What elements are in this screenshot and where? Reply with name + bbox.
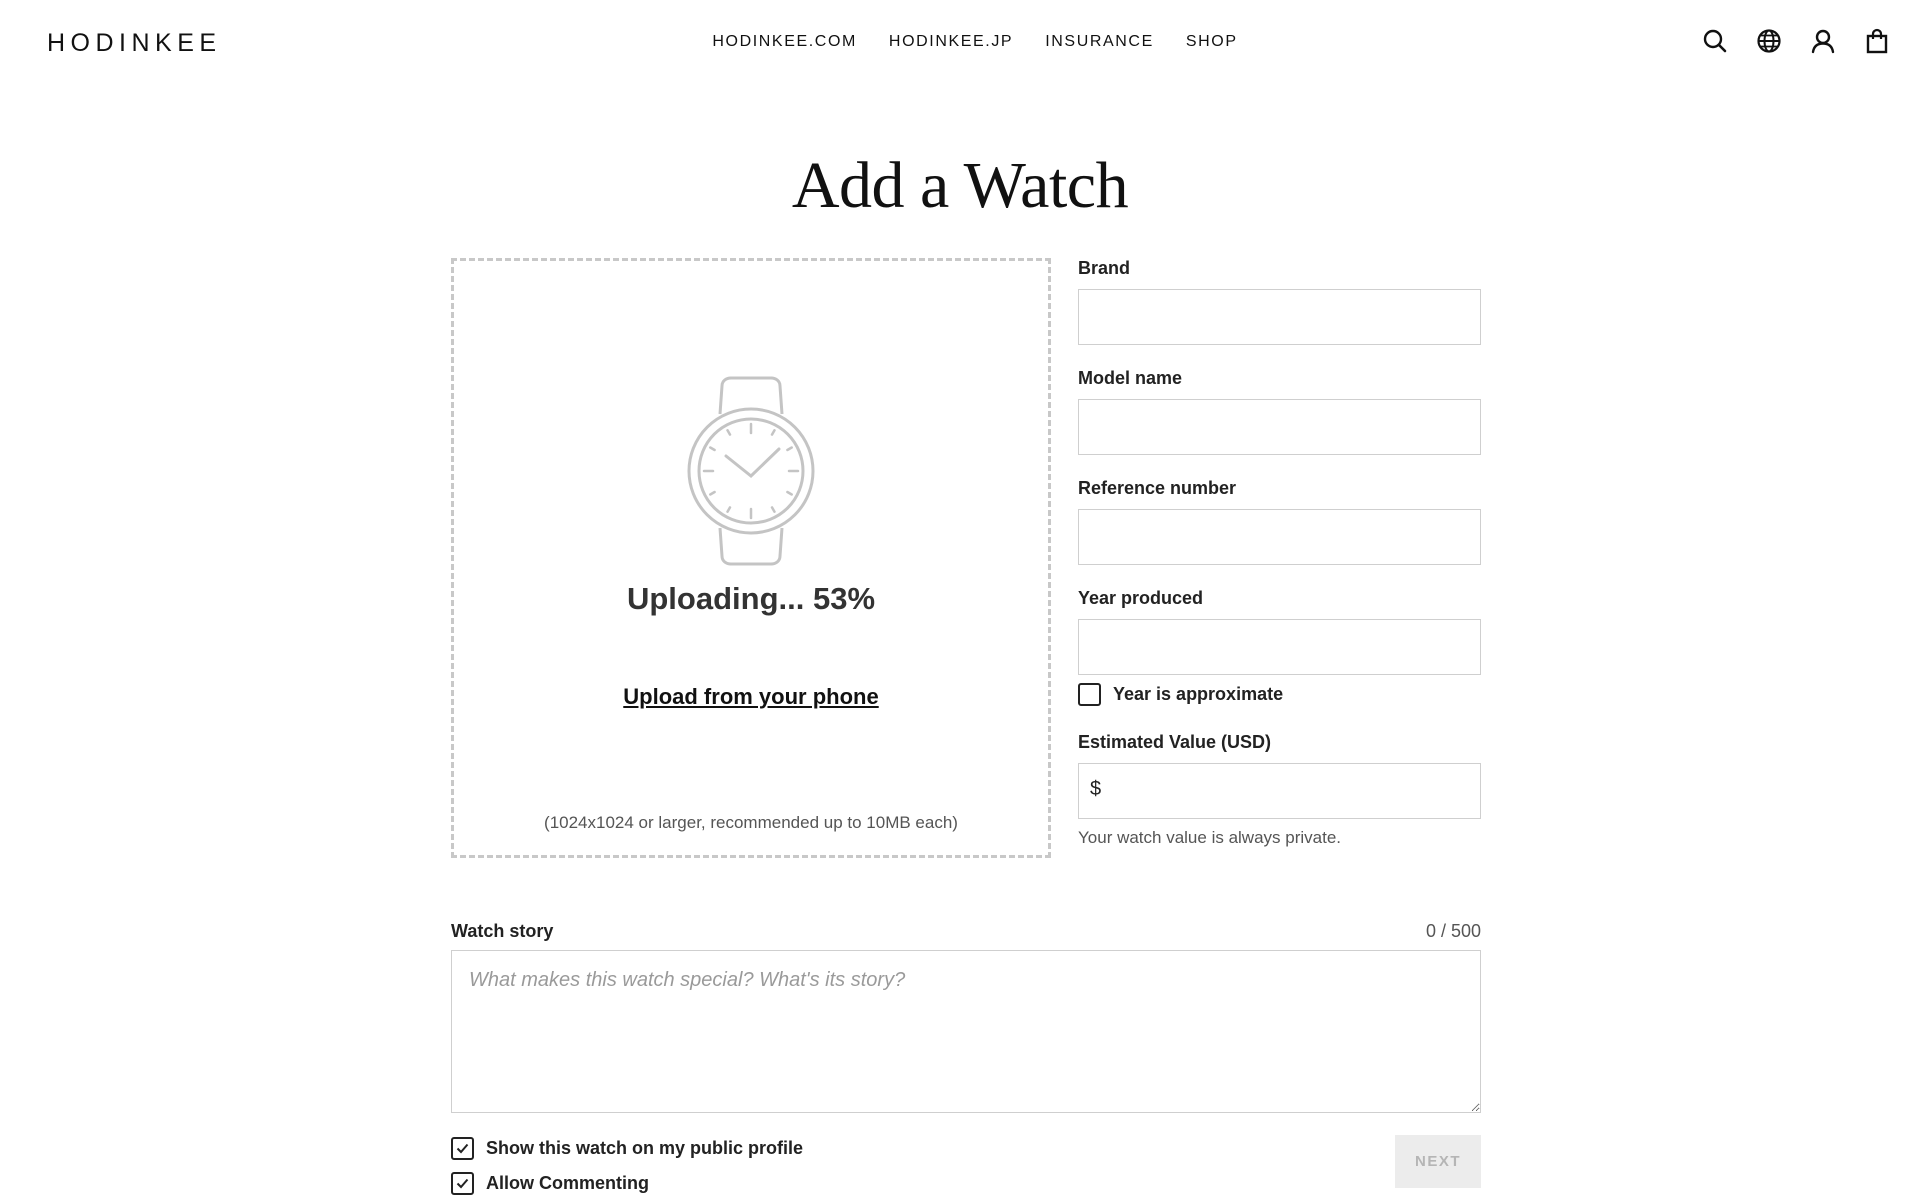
public-profile-option[interactable]: Show this watch on my public profile [451, 1137, 803, 1160]
checkmark-icon [456, 1143, 469, 1154]
year-approximate-label: Year is approximate [1113, 684, 1284, 704]
brand-label: Brand [1078, 258, 1131, 278]
top-nav: HODINKEE.COM HODINKEE.JP INSURANCE SHOP [0, 33, 1920, 51]
estimated-value-label: Estimated Value (USD) [1078, 732, 1272, 752]
upload-progress-text: Uploading... 53% [626, 581, 876, 616]
watch-story-textarea[interactable] [451, 950, 1481, 1113]
site-header: HODINKEE HODINKEE.COM HODINKEE.JP INSURA… [0, 0, 1920, 86]
globe-icon[interactable] [1756, 28, 1782, 54]
watch-icon [687, 376, 815, 566]
upload-from-phone-link[interactable]: Upload from your phone [454, 684, 1048, 710]
public-profile-checkbox[interactable] [451, 1137, 474, 1160]
reference-number-label: Reference number [1078, 478, 1237, 498]
allow-commenting-option[interactable]: Allow Commenting [451, 1172, 649, 1195]
user-icon[interactable] [1810, 28, 1836, 54]
nav-hodinkee-jp[interactable]: HODINKEE.JP [889, 33, 1013, 51]
nav-shop[interactable]: SHOP [1186, 33, 1238, 51]
watch-story-char-counter: 0 / 500 [1425, 921, 1481, 941]
currency-prefix: $ [1090, 778, 1102, 800]
allow-commenting-label: Allow Commenting [486, 1173, 649, 1193]
photo-upload-dropzone[interactable]: Uploading... 53% Upload from your phone … [451, 258, 1051, 858]
value-privacy-note: Your watch value is always private. [1078, 828, 1342, 847]
year-approximate-checkbox[interactable] [1078, 683, 1101, 706]
brand-input[interactable] [1078, 289, 1481, 345]
watch-story-label: Watch story [451, 921, 554, 941]
estimated-value-input[interactable] [1078, 763, 1481, 819]
estimated-value-wrapper: $ [1078, 763, 1481, 819]
upload-size-hint: (1024x1024 or larger, recommended up to … [544, 813, 958, 832]
model-name-input[interactable] [1078, 399, 1481, 455]
year-produced-input[interactable] [1078, 619, 1481, 675]
year-approximate-option[interactable]: Year is approximate [1078, 683, 1283, 706]
allow-commenting-checkbox[interactable] [451, 1172, 474, 1195]
public-profile-label: Show this watch on my public profile [486, 1138, 804, 1158]
year-produced-label: Year produced [1078, 588, 1204, 608]
next-button[interactable]: NEXT [1395, 1135, 1481, 1188]
model-name-label: Model name [1078, 368, 1183, 388]
nav-insurance[interactable]: INSURANCE [1045, 33, 1154, 51]
reference-number-input[interactable] [1078, 509, 1481, 565]
header-icons [1702, 28, 1890, 54]
nav-hodinkee-com[interactable]: HODINKEE.COM [712, 33, 857, 51]
search-icon[interactable] [1702, 28, 1728, 54]
checkmark-icon [456, 1178, 469, 1189]
page-title: Add a Watch [791, 149, 1129, 222]
shopping-bag-icon[interactable] [1864, 28, 1890, 54]
